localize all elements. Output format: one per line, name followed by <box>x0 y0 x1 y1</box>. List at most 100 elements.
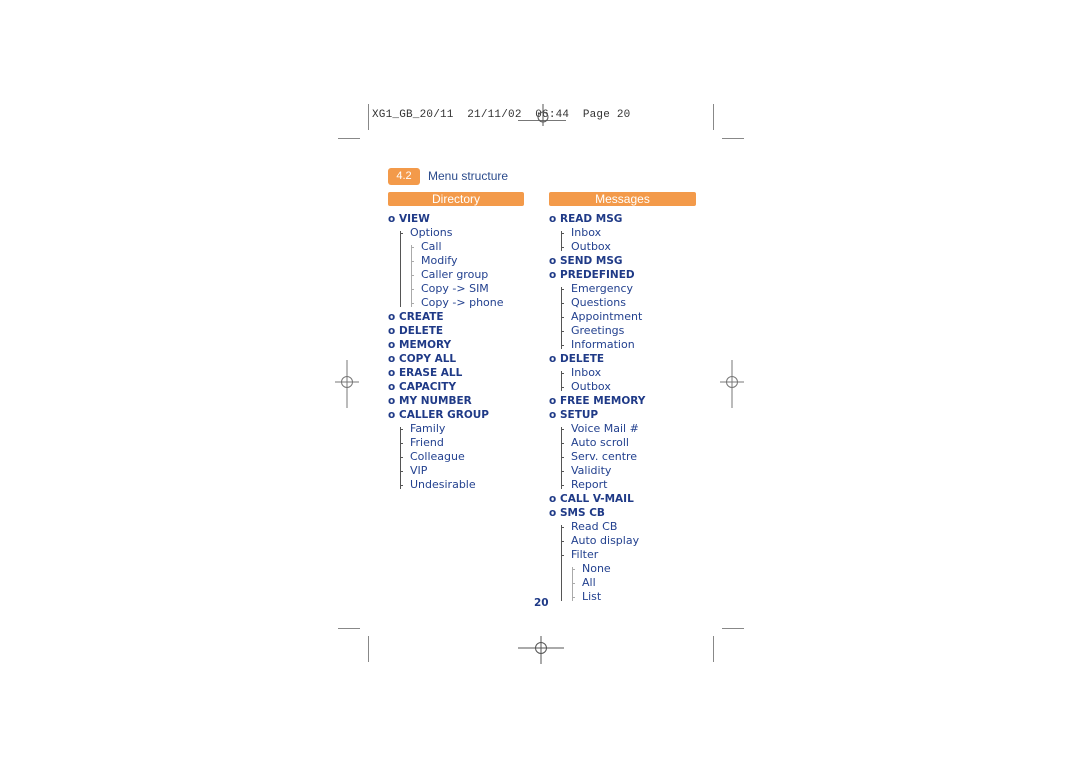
menu-item-my-number[interactable]: o MY NUMBER <box>388 394 472 408</box>
menu-item-label: CALL V-MAIL <box>560 493 634 505</box>
crop-mark <box>722 138 744 139</box>
menu-subitem-label: Auto scroll <box>571 436 629 449</box>
menu-item-label: MEMORY <box>399 339 452 351</box>
crop-mark <box>722 628 744 629</box>
tree-bracket <box>400 427 401 489</box>
menu-subitem-auto-display[interactable]: Auto display <box>571 534 639 548</box>
menu-subitem-emergency[interactable]: Emergency <box>571 282 633 296</box>
bullet-icon: o <box>388 325 396 337</box>
menu-item-create[interactable]: o CREATE <box>388 310 444 324</box>
menu-subitem-read-cb[interactable]: Read CB <box>571 520 617 534</box>
menu-item-copy-all[interactable]: o COPY ALL <box>388 352 456 366</box>
menu-subitem-inbox[interactable]: Inbox <box>571 366 601 380</box>
bullet-icon: o <box>549 353 557 365</box>
menu-item-label: ERASE ALL <box>399 367 463 379</box>
menu-subitem-label: Filter <box>571 548 599 561</box>
menu-item-memory[interactable]: o MEMORY <box>388 338 451 352</box>
menu-subitem-list[interactable]: List <box>582 590 601 604</box>
menu-subitem-all[interactable]: All <box>582 576 596 590</box>
tree-bracket <box>561 371 562 391</box>
menu-subitem-inbox[interactable]: Inbox <box>571 226 601 240</box>
menu-item-setup[interactable]: o SETUP <box>549 408 598 422</box>
menu-subitem-vip[interactable]: VIP <box>410 464 427 478</box>
menu-subitem-label: Inbox <box>571 366 602 379</box>
registration-mark-icon <box>537 104 549 126</box>
menu-subitem-outbox[interactable]: Outbox <box>571 380 611 394</box>
menu-subitem-validity[interactable]: Validity <box>571 464 611 478</box>
menu-subitem-label: Validity <box>571 464 612 477</box>
bullet-icon: o <box>388 395 396 407</box>
menu-subitem-label: List <box>582 590 602 603</box>
menu-subitem-label: Serv. centre <box>571 450 638 463</box>
menu-subitem-information[interactable]: Information <box>571 338 635 352</box>
crop-mark <box>713 636 714 662</box>
menu-item-erase-all[interactable]: o ERASE ALL <box>388 366 462 380</box>
menu-subitem-report[interactable]: Report <box>571 478 607 492</box>
menu-subitem-call[interactable]: Call <box>421 240 442 254</box>
menu-subitem-family[interactable]: Family <box>410 422 445 436</box>
menu-item-call-v-mail[interactable]: o CALL V-MAIL <box>549 492 634 506</box>
menu-item-read-msg[interactable]: o READ MSG <box>549 212 622 226</box>
menu-item-capacity[interactable]: o CAPACITY <box>388 380 456 394</box>
menu-subitem-auto-scroll[interactable]: Auto scroll <box>571 436 629 450</box>
menu-subitem-label: Options <box>410 226 453 239</box>
menu-subitem-none[interactable]: None <box>582 562 611 576</box>
menu-item-label: READ MSG <box>560 213 623 225</box>
menu-subitem-appointment[interactable]: Appointment <box>571 310 642 324</box>
menu-subitem-voice-mail[interactable]: Voice Mail # <box>571 422 639 436</box>
menu-item-delete[interactable]: o DELETE <box>549 352 604 366</box>
menu-item-free-memory[interactable]: o FREE MEMORY <box>549 394 645 408</box>
menu-item-label: SMS CB <box>560 507 605 519</box>
print-slug: XG1_GB_20/11 21/11/02 06:44 Page 20 <box>372 109 631 121</box>
menu-subitem-questions[interactable]: Questions <box>571 296 626 310</box>
menu-item-label: DELETE <box>560 353 605 365</box>
menu-item-send-msg[interactable]: o SEND MSG <box>549 254 623 268</box>
menu-item-caller-group[interactable]: o CALLER GROUP <box>388 408 489 422</box>
crop-mark <box>338 138 360 139</box>
tree-bracket <box>561 525 562 601</box>
menu-subitem-caller-group[interactable]: Caller group <box>421 268 488 282</box>
menu-subitem-copy-phone[interactable]: Copy -> phone <box>421 296 504 310</box>
menu-subitem-label: Information <box>571 338 635 351</box>
menu-subitem-label: Appointment <box>571 310 643 323</box>
registration-mark-icon <box>518 636 564 664</box>
menu-subitem-undesirable[interactable]: Undesirable <box>410 478 476 492</box>
menu-subitem-label: Undesirable <box>410 478 476 491</box>
menu-subitem-label: Family <box>410 422 446 435</box>
page-number: 20 <box>534 597 549 609</box>
menu-subitem-label: Modify <box>421 254 458 267</box>
menu-item-label: CAPACITY <box>399 381 457 393</box>
section-number-badge: 4.2 <box>388 168 420 185</box>
column-header-directory: Directory <box>388 192 524 206</box>
menu-subitem-options[interactable]: Options <box>410 226 452 240</box>
menu-subitem-label: Caller group <box>421 268 489 281</box>
menu-subitem-copy-sim[interactable]: Copy -> SIM <box>421 282 489 296</box>
menu-subitem-friend[interactable]: Friend <box>410 436 444 450</box>
bullet-icon: o <box>549 213 557 225</box>
menu-item-predefined[interactable]: o PREDEFINED <box>549 268 635 282</box>
menu-item-sms-cb[interactable]: o SMS CB <box>549 506 605 520</box>
menu-subitem-colleague[interactable]: Colleague <box>410 450 465 464</box>
menu-subitem-label: Copy -> SIM <box>421 282 489 295</box>
menu-subitem-greetings[interactable]: Greetings <box>571 324 624 338</box>
menu-subitem-filter[interactable]: Filter <box>571 548 598 562</box>
bullet-icon: o <box>549 395 557 407</box>
menu-subitem-label: Greetings <box>571 324 625 337</box>
bullet-icon: o <box>388 381 396 393</box>
tree-bracket <box>411 245 412 307</box>
menu-subitem-label: Auto display <box>571 534 640 547</box>
bullet-icon: o <box>388 213 396 225</box>
tree-bracket <box>400 231 401 307</box>
registration-mark-icon <box>720 360 744 408</box>
menu-subitem-label: All <box>582 576 596 589</box>
menu-subitem-label: Questions <box>571 296 626 309</box>
menu-item-view[interactable]: o VIEW <box>388 212 430 226</box>
column-header-messages: Messages <box>549 192 696 206</box>
menu-subitem-label: VIP <box>410 464 428 477</box>
menu-subitem-outbox[interactable]: Outbox <box>571 240 611 254</box>
menu-item-delete[interactable]: o DELETE <box>388 324 443 338</box>
bullet-icon: o <box>388 353 396 365</box>
menu-item-label: DELETE <box>399 325 444 337</box>
menu-subitem-serv-centre[interactable]: Serv. centre <box>571 450 637 464</box>
menu-subitem-modify[interactable]: Modify <box>421 254 457 268</box>
